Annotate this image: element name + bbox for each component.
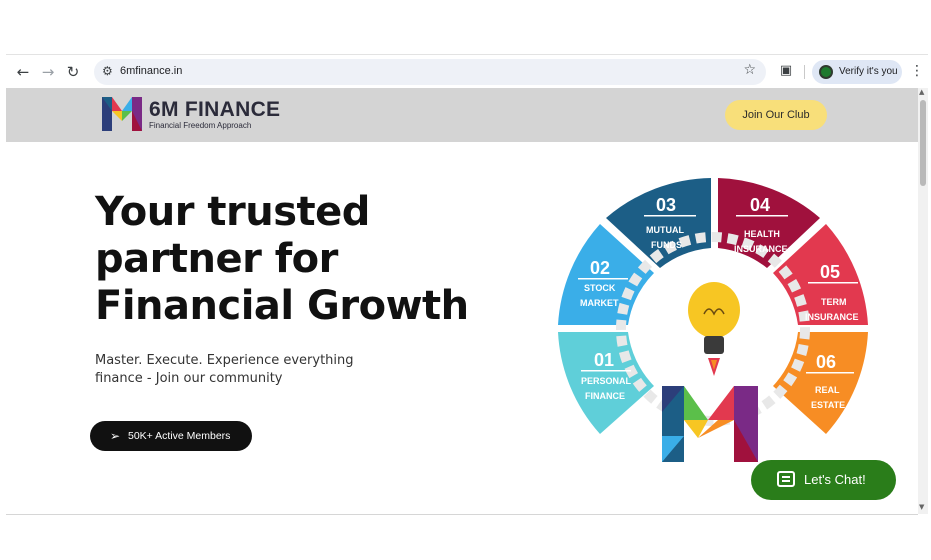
wheel-segment-label: TERM xyxy=(821,297,847,307)
wheel-segment-number: 05 xyxy=(820,262,840,282)
wheel-segment-label: FINANCE xyxy=(585,391,625,401)
profile-avatar xyxy=(819,65,833,79)
lets-chat-button[interactable]: Let's Chat! xyxy=(751,460,896,500)
join-club-button[interactable]: Join Our Club xyxy=(725,100,827,130)
hero-subtitle-line: Master. Execute. Experience everything xyxy=(95,353,354,368)
menu-kebab-icon[interactable]: ⋮ xyxy=(910,63,924,79)
brand-tagline: Financial Freedom Approach xyxy=(149,121,252,130)
wheel-segment-label: HEALTH xyxy=(744,229,780,239)
hero-subtitle-line: finance - Join our community xyxy=(95,371,283,386)
extensions-icon[interactable]: ▣ xyxy=(778,63,794,79)
wheel-segment-number: 03 xyxy=(656,195,676,215)
wheel-segment-label: MARKET xyxy=(580,298,619,308)
wheel-segment-label: PERSONAL xyxy=(581,376,632,386)
wheel-segment-label: REAL xyxy=(815,385,840,395)
browser-toolbar: ← → ↻ ⚙ 6mfinance.in ☆ ▣ Verify it's you… xyxy=(6,54,928,88)
verify-profile-button[interactable]: Verify it's you xyxy=(812,60,902,84)
url-text[interactable]: 6mfinance.in xyxy=(120,65,182,77)
bookmark-star-icon[interactable]: ☆ xyxy=(743,62,756,78)
page-scrollbar[interactable]: ▲ ▼ xyxy=(918,88,928,514)
brand-name[interactable]: 6M FINANCE xyxy=(149,98,280,122)
active-members-button[interactable]: ➢ 50K+ Active Members xyxy=(90,421,252,451)
chat-bubble-icon xyxy=(777,471,795,487)
scroll-up-icon[interactable]: ▲ xyxy=(919,88,924,96)
lets-chat-label: Let's Chat! xyxy=(804,472,866,487)
wheel-segment-label: INSURANCE xyxy=(734,244,788,254)
hero-title-line: Your trusted xyxy=(95,189,370,235)
window-bottom-edge xyxy=(6,514,918,515)
hero-title-line: Financial Growth xyxy=(95,283,469,329)
hero-title: Your trusted partner for Financial Growt… xyxy=(95,189,535,330)
wheel-segment-number: 04 xyxy=(750,195,770,215)
services-wheel-graphic: 01 PERSONAL FINANCE 02 STOCK MARKET 03 M… xyxy=(558,178,868,462)
forward-icon[interactable]: → xyxy=(39,63,57,81)
send-plane-icon: ➢ xyxy=(110,429,121,443)
address-bar[interactable]: ⚙ 6mfinance.in ☆ xyxy=(94,59,766,85)
browser-window: ← → ↻ ⚙ 6mfinance.in ☆ ▣ Verify it's you… xyxy=(0,0,931,560)
reload-icon[interactable]: ↻ xyxy=(64,63,82,81)
wheel-segment-number: 02 xyxy=(590,258,610,278)
site-settings-icon[interactable]: ⚙ xyxy=(102,64,113,78)
wheel-segment-number: 06 xyxy=(816,352,836,372)
wheel-segment-label: FUNDS xyxy=(651,240,682,250)
site-header: 6M FINANCE Financial Freedom Approach Jo… xyxy=(6,88,918,142)
wheel-segment-label: STOCK xyxy=(584,283,616,293)
wheel-segment-label: ESTATE xyxy=(811,400,845,410)
hero-title-line: partner for xyxy=(95,236,338,282)
scroll-down-icon[interactable]: ▼ xyxy=(919,503,924,511)
hero-subtitle: Master. Execute. Experience everything f… xyxy=(95,352,355,388)
brand-logo-icon[interactable] xyxy=(102,97,142,131)
verify-label: Verify it's you xyxy=(839,66,898,77)
wheel-segment-label: MUTUAL xyxy=(646,225,684,235)
page-viewport: 6M FINANCE Financial Freedom Approach Jo… xyxy=(6,88,918,514)
scrollbar-thumb[interactable] xyxy=(920,100,926,186)
wheel-segment-number: 01 xyxy=(594,350,614,370)
wheel-segment-label: INSURANCE xyxy=(805,312,859,322)
toolbar-divider xyxy=(804,65,805,79)
back-icon[interactable]: ← xyxy=(14,63,32,81)
active-members-label: 50K+ Active Members xyxy=(128,430,231,442)
